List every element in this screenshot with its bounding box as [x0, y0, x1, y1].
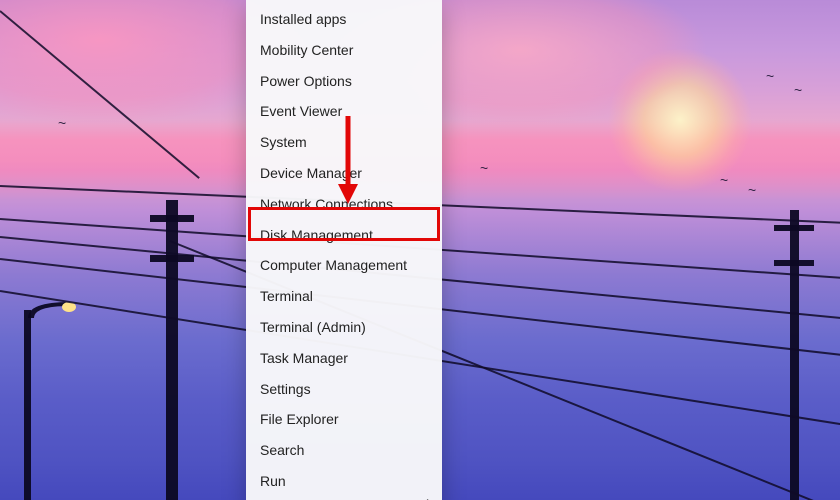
menu-item-run[interactable]: Run: [246, 466, 442, 497]
menu-item-system[interactable]: System: [246, 127, 442, 158]
utility-pole: [790, 210, 799, 500]
menu-item-search[interactable]: Search: [246, 435, 442, 466]
menu-item-power-options[interactable]: Power Options: [246, 66, 442, 97]
menu-item-label: Computer Management: [260, 257, 407, 273]
winx-context-menu: Installed apps Mobility Center Power Opt…: [246, 0, 442, 500]
menu-item-label: Disk Management: [260, 227, 373, 243]
menu-item-network-connections[interactable]: Network Connections: [246, 189, 442, 220]
menu-item-terminal[interactable]: Terminal: [246, 281, 442, 312]
bird-icon: ~: [720, 172, 728, 188]
menu-item-computer-management[interactable]: Computer Management: [246, 250, 442, 281]
desktop-wallpaper: ~ ~ ~ ~ ~ ~ Installed apps Mobility Cent…: [0, 0, 840, 500]
power-wire: [0, 10, 200, 179]
bird-icon: ~: [58, 115, 66, 131]
menu-item-event-viewer[interactable]: Event Viewer: [246, 96, 442, 127]
street-lamp-pole: [24, 310, 31, 500]
menu-item-label: Task Manager: [260, 350, 348, 366]
menu-item-label: Event Viewer: [260, 103, 342, 119]
menu-item-label: Network Connections: [260, 196, 393, 212]
menu-item-label: File Explorer: [260, 411, 339, 427]
menu-item-label: Run: [260, 473, 286, 489]
bird-icon: ~: [794, 82, 802, 98]
pole-crossarm: [150, 215, 194, 222]
bird-icon: ~: [766, 68, 774, 84]
menu-item-label: Search: [260, 442, 304, 458]
menu-item-label: Settings: [260, 381, 311, 397]
utility-pole: [166, 200, 178, 500]
menu-item-device-manager[interactable]: Device Manager: [246, 158, 442, 189]
pole-crossarm: [774, 225, 814, 231]
menu-item-terminal-admin[interactable]: Terminal (Admin): [246, 312, 442, 343]
menu-item-label: Mobility Center: [260, 42, 353, 58]
menu-item-installed-apps[interactable]: Installed apps: [246, 4, 442, 35]
menu-item-label: Device Manager: [260, 165, 362, 181]
menu-item-file-explorer[interactable]: File Explorer: [246, 404, 442, 435]
bird-icon: ~: [480, 160, 488, 176]
menu-item-settings[interactable]: Settings: [246, 374, 442, 405]
menu-item-label: Installed apps: [260, 11, 346, 27]
menu-item-disk-management[interactable]: Disk Management: [246, 220, 442, 251]
menu-item-label: Terminal: [260, 288, 313, 304]
menu-item-label: Power Options: [260, 73, 352, 89]
menu-item-label: System: [260, 134, 307, 150]
pole-crossarm: [774, 260, 814, 266]
menu-item-task-manager[interactable]: Task Manager: [246, 343, 442, 374]
bird-icon: ~: [748, 182, 756, 198]
menu-item-mobility-center[interactable]: Mobility Center: [246, 35, 442, 66]
menu-item-label: Terminal (Admin): [260, 319, 366, 335]
